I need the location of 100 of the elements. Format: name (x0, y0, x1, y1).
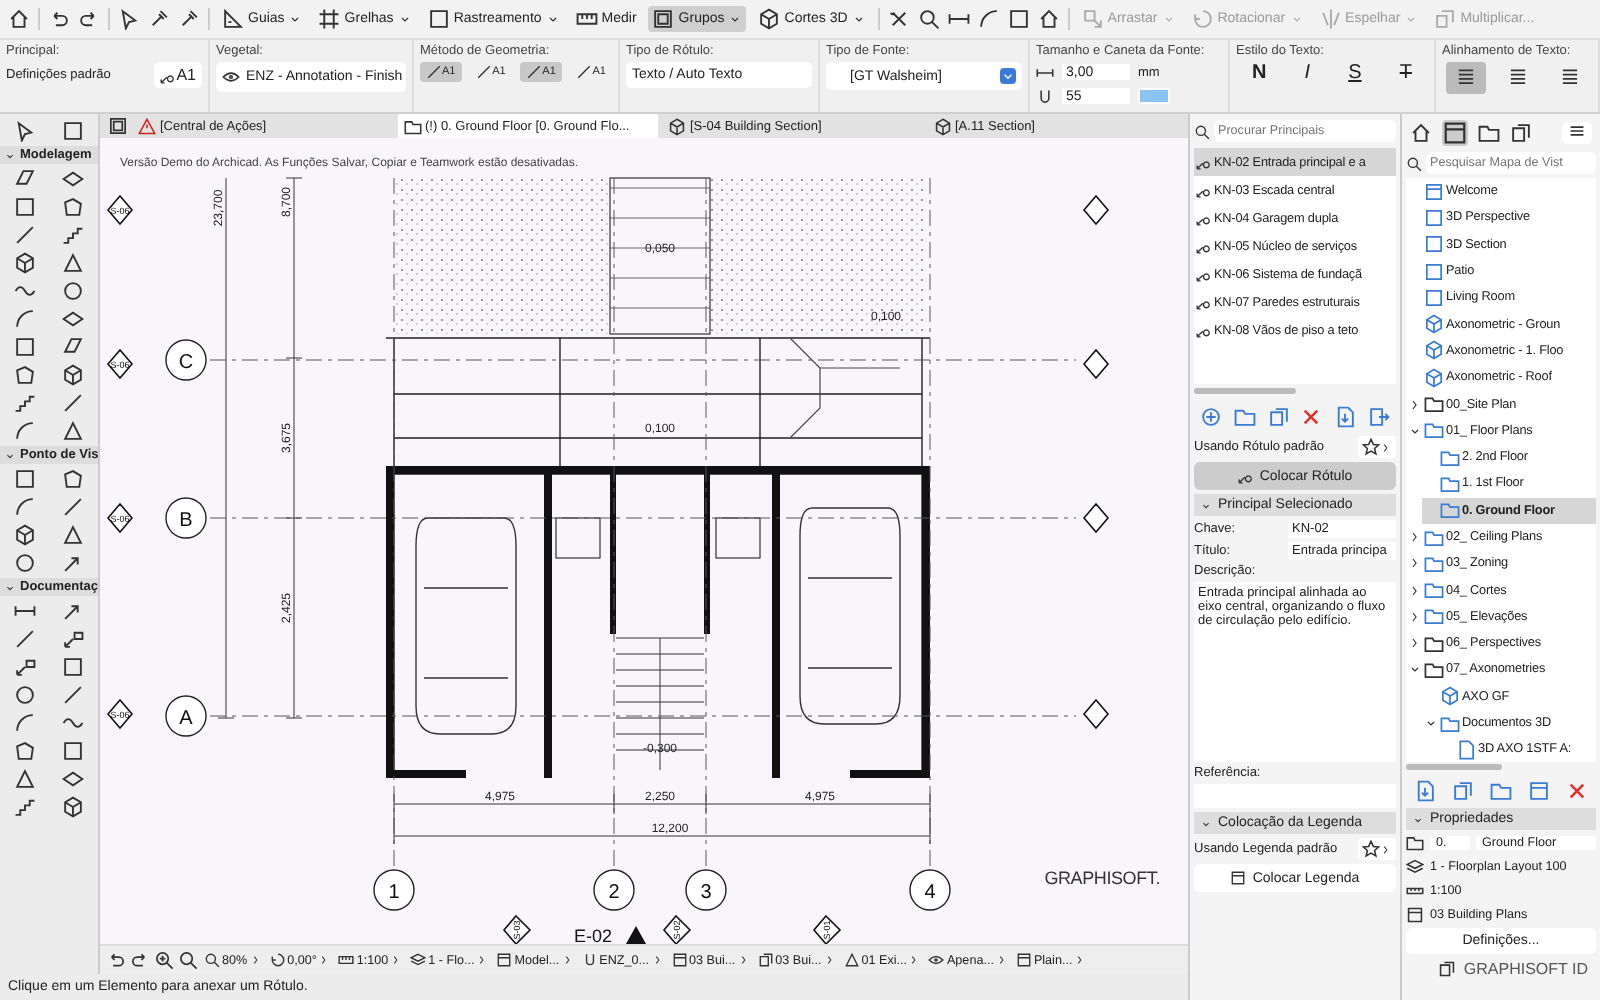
square-icon[interactable] (1007, 8, 1030, 30)
line-tool-icon[interactable] (13, 628, 36, 650)
arc-tool-icon[interactable] (13, 712, 36, 734)
geometry-method-button[interactable]: A1 (570, 62, 612, 82)
zoom-forward-icon[interactable] (130, 950, 150, 970)
text-style-button[interactable]: S (1344, 62, 1366, 84)
line-tool-icon[interactable] (62, 684, 85, 706)
zoom-back-icon[interactable] (106, 950, 126, 970)
square-tool-icon[interactable] (62, 656, 85, 678)
cube-tool-icon[interactable] (13, 252, 36, 274)
arc-icon[interactable] (977, 8, 1000, 30)
folder-icon (1440, 473, 1460, 494)
square-tool-icon[interactable] (13, 468, 36, 490)
polygon-tool-icon[interactable] (62, 196, 85, 218)
text-style-button[interactable]: I (1300, 62, 1315, 84)
text-style-button[interactable]: T (1395, 62, 1416, 84)
view-map-icon[interactable] (1442, 120, 1468, 146)
section-marker-icon (1082, 194, 1110, 226)
line-tool-icon[interactable] (13, 224, 36, 246)
line-tool-icon[interactable] (62, 392, 85, 414)
favorites-button[interactable] (1358, 838, 1396, 860)
text-align-button[interactable] (1445, 62, 1485, 94)
fit-zoom-icon[interactable] (178, 950, 198, 970)
marquee-icon[interactable] (62, 120, 85, 142)
move-icon (1081, 8, 1104, 30)
chevron-icon (823, 954, 836, 966)
arc-tool-icon[interactable] (13, 308, 36, 330)
folder-icon (1424, 659, 1444, 680)
search-icon[interactable] (917, 8, 940, 30)
pen-color-swatch[interactable] (1138, 88, 1170, 104)
text-style-button[interactable]: N (1248, 62, 1271, 84)
tab-overview-icon[interactable] (108, 116, 128, 136)
disclosure-icon[interactable] (1424, 716, 1438, 731)
pointer-icon[interactable] (118, 8, 140, 30)
new-folder-icon[interactable] (1490, 780, 1512, 802)
delete-icon[interactable] (1300, 406, 1323, 428)
arrow-tool-icon[interactable] (62, 600, 85, 622)
diamond-tool-icon[interactable] (62, 308, 85, 330)
dimension-tool-icon[interactable] (13, 600, 36, 622)
eyedropper-icon[interactable] (148, 8, 170, 30)
zoom-in-icon[interactable] (154, 950, 174, 970)
house-icon[interactable] (1410, 122, 1432, 144)
new-view-icon[interactable] (1414, 780, 1436, 802)
duplicate-icon[interactable] (1267, 406, 1290, 428)
circle-tool-icon[interactable] (62, 280, 85, 302)
polygon-tool-icon[interactable] (13, 740, 36, 762)
redo-icon[interactable] (78, 8, 100, 30)
delete-icon[interactable] (1566, 780, 1588, 802)
windows-icon[interactable] (1437, 960, 1456, 978)
pointer-icon[interactable] (13, 120, 36, 142)
syringe-icon[interactable] (178, 8, 200, 30)
circle-tool-icon[interactable] (13, 552, 36, 574)
polygon-tool-icon[interactable] (13, 364, 36, 386)
diamond-tool-icon[interactable] (62, 768, 85, 790)
account-label[interactable]: GRAPHISOFT ID (1463, 960, 1588, 978)
favorites-button[interactable] (1358, 436, 1396, 458)
arc-tool-icon[interactable] (13, 420, 36, 442)
label-tool-icon[interactable] (13, 656, 36, 678)
copy-icon[interactable] (1510, 122, 1532, 144)
clone-icon[interactable] (1452, 780, 1474, 802)
triangle-tool-icon[interactable] (62, 524, 85, 546)
triangle-tool-icon[interactable] (62, 252, 85, 274)
triangle-tool-icon[interactable] (13, 768, 36, 790)
cube-tool-icon[interactable] (62, 364, 85, 386)
new-folder-icon[interactable] (1233, 406, 1256, 428)
window-icon[interactable] (1528, 780, 1550, 802)
geometry-method-button[interactable]: A1 (420, 62, 462, 82)
parallelogram-tool-icon[interactable] (62, 336, 85, 358)
undo-icon[interactable] (48, 8, 70, 30)
import-icon[interactable] (1334, 406, 1357, 428)
wave-tool-icon[interactable] (13, 280, 36, 302)
stairs-tool-icon[interactable] (13, 392, 36, 414)
folder-icon[interactable] (1478, 122, 1500, 144)
square-tool-icon[interactable] (62, 740, 85, 762)
house-icon[interactable] (1037, 8, 1060, 30)
geometry-method-button[interactable]: A1 (470, 62, 512, 82)
arc-tool-icon[interactable] (13, 496, 36, 518)
label-settings-button[interactable]: A1 (154, 62, 202, 88)
circle-tool-icon[interactable] (13, 684, 36, 706)
stairs-tool-icon[interactable] (62, 224, 85, 246)
cube-tool-icon[interactable] (13, 524, 36, 546)
polygon-tool-icon[interactable] (62, 468, 85, 490)
line-tool-icon[interactable] (62, 496, 85, 518)
diamond-tool-icon[interactable] (62, 168, 85, 190)
geometry-method-button[interactable]: A1 (520, 62, 562, 82)
export-icon[interactable] (1368, 406, 1391, 428)
square-tool-icon[interactable] (13, 196, 36, 218)
label-tool-icon[interactable] (62, 628, 85, 650)
square-tool-icon[interactable] (13, 336, 36, 358)
page-icon (1015, 952, 1032, 968)
parallelogram-tool-icon[interactable] (13, 168, 36, 190)
cube-tool-icon[interactable] (62, 796, 85, 818)
wave-tool-icon[interactable] (62, 712, 85, 734)
triangle-icon (843, 952, 860, 968)
triangle-tool-icon[interactable] (62, 420, 85, 442)
stairs-tool-icon[interactable] (13, 796, 36, 818)
dimension-icon[interactable] (947, 8, 970, 30)
arrow-tool-icon[interactable] (62, 552, 85, 574)
menu-button[interactable] (1562, 122, 1592, 144)
home-icon[interactable] (8, 8, 30, 30)
